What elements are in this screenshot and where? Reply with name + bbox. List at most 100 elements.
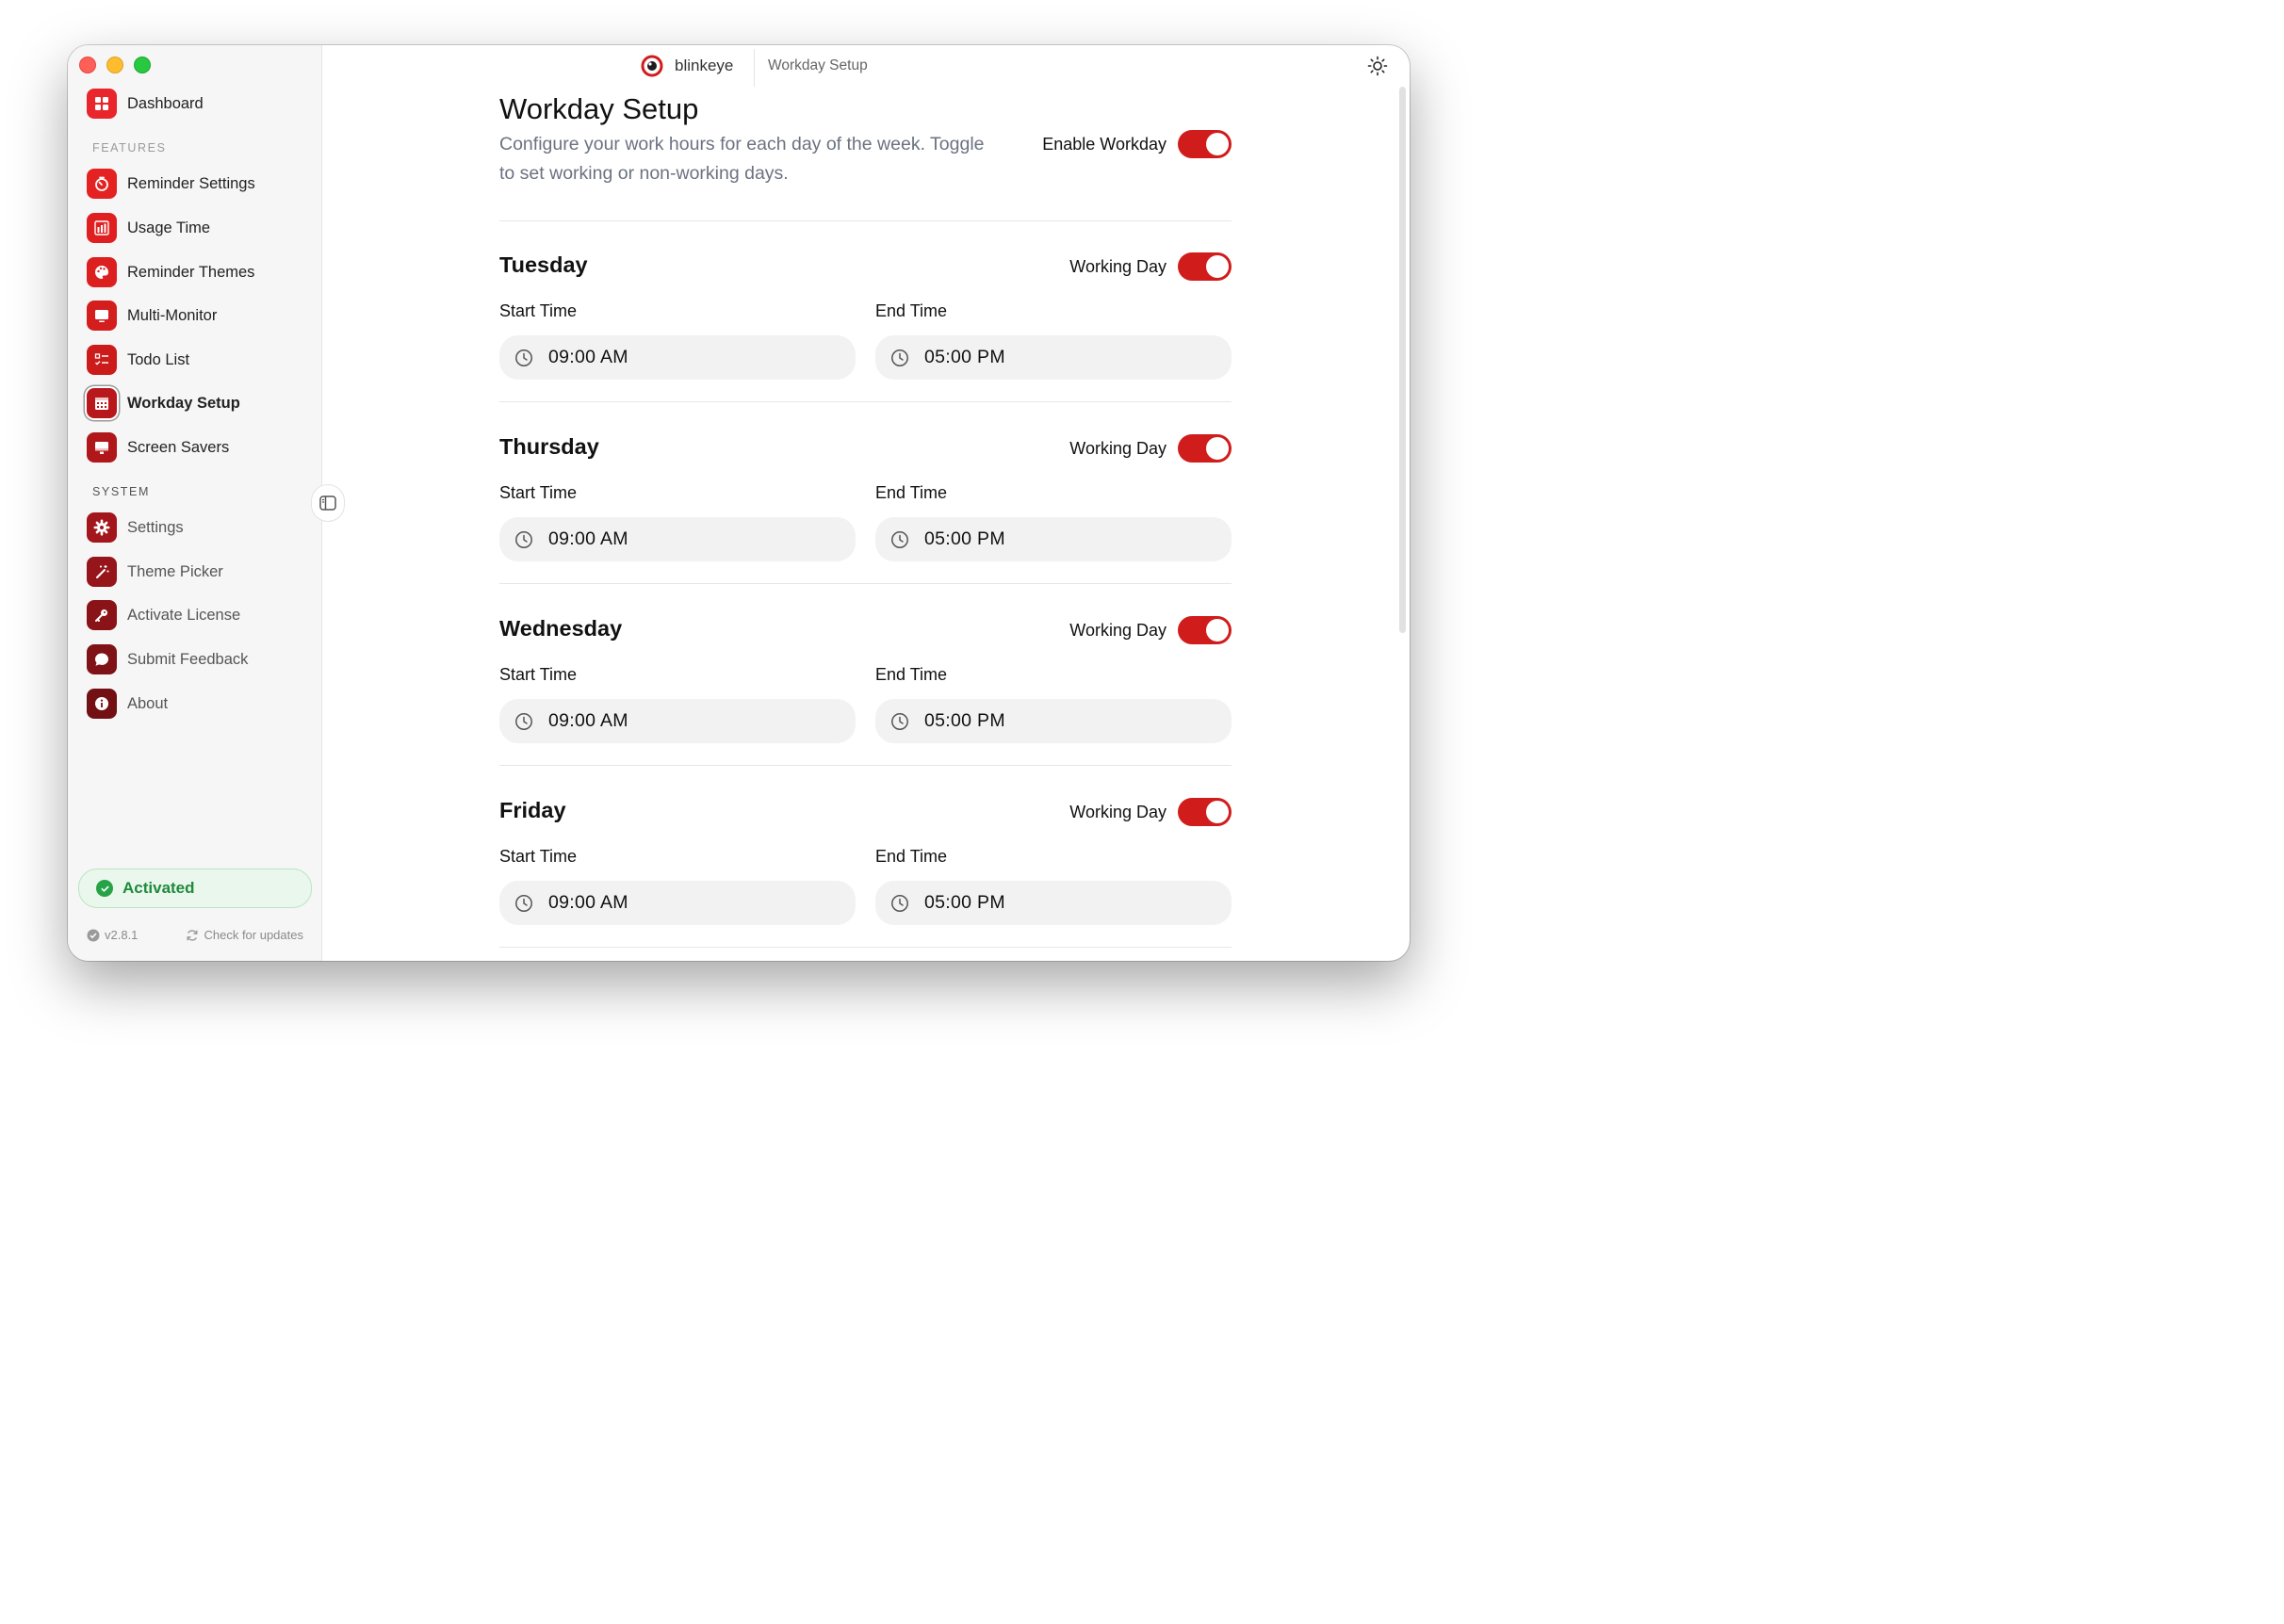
sidebar-item-label: Screen Savers: [127, 438, 230, 456]
enable-workday-row: Enable Workday: [1042, 130, 1232, 158]
clock-icon: [515, 894, 532, 912]
working-day-toggle[interactable]: [1178, 616, 1232, 644]
sidebar-item-label: Reminder Themes: [127, 263, 255, 281]
divider: [499, 583, 1232, 584]
sidebar-item-reminder-themes[interactable]: Reminder Themes: [87, 253, 303, 291]
sidebar-item-label: Settings: [127, 518, 184, 536]
blinkeye-logo-icon: [641, 55, 663, 77]
sidebar-toggle-icon: [319, 495, 336, 511]
day-name: Wednesday: [499, 616, 623, 641]
refresh-icon: [187, 929, 198, 941]
working-day-toggle[interactable]: [1178, 252, 1232, 281]
license-status-text: Activated: [122, 879, 195, 897]
sidebar-footer: v2.8.1 Check for updates: [87, 928, 303, 942]
end-time-label: End Time: [875, 847, 948, 866]
license-status-badge: Activated: [78, 869, 312, 908]
end-time-input[interactable]: 05:00 PM: [875, 881, 1232, 925]
app-title: blinkeye: [641, 55, 733, 77]
version-label: v2.8.1: [105, 928, 139, 942]
check-updates-button[interactable]: Check for updates: [186, 928, 303, 942]
magic-wand-icon: [87, 557, 117, 587]
content-scrollbar[interactable]: [1399, 87, 1406, 633]
end-time-input[interactable]: 05:00 PM: [875, 517, 1232, 561]
sidebar-item-screen-savers[interactable]: Screen Savers: [87, 429, 303, 466]
working-day-row: Working Day: [1069, 798, 1232, 826]
title-bar: blinkeye Workday Setup: [322, 45, 1410, 87]
toggle-knob: [1206, 619, 1229, 641]
end-time-input[interactable]: 05:00 PM: [875, 699, 1232, 743]
working-day-toggle[interactable]: [1178, 434, 1232, 463]
minimize-window-button[interactable]: [106, 57, 123, 73]
sidebar-item-workday-setup[interactable]: Workday Setup: [87, 384, 303, 422]
window-controls: [79, 57, 151, 73]
breadcrumb: Workday Setup: [768, 57, 868, 73]
toggle-knob: [1206, 437, 1229, 460]
calendar-icon: [87, 388, 117, 418]
working-day-row: Working Day: [1069, 434, 1232, 463]
end-time-value: 05:00 PM: [924, 528, 1005, 549]
key-icon: [87, 600, 117, 630]
working-day-toggle[interactable]: [1178, 798, 1232, 826]
working-day-label: Working Day: [1069, 802, 1166, 821]
sidebar-item-settings[interactable]: Settings: [87, 509, 303, 546]
maximize-window-button[interactable]: [134, 57, 151, 73]
toggle-knob: [1206, 255, 1229, 278]
end-time-value: 05:00 PM: [924, 710, 1005, 731]
end-time-input[interactable]: 05:00 PM: [875, 335, 1232, 380]
divider: [499, 947, 1232, 948]
sidebar-item-usage-time[interactable]: Usage Time: [87, 209, 303, 247]
clock-icon: [891, 530, 908, 548]
start-time-label: Start Time: [499, 301, 578, 320]
divider: [499, 401, 1232, 402]
clock-icon: [891, 349, 908, 366]
check-badge-icon: [87, 929, 100, 941]
check-circle-icon: [96, 880, 113, 897]
start-time-input[interactable]: 09:00 AM: [499, 881, 856, 925]
end-time-label: End Time: [875, 483, 948, 502]
close-window-button[interactable]: [79, 57, 96, 73]
dashboard-grid-icon: [87, 89, 117, 119]
sidebar-item-label: Reminder Settings: [127, 174, 255, 192]
start-time-input[interactable]: 09:00 AM: [499, 517, 856, 561]
day-name: Thursday: [499, 434, 599, 459]
start-time-input[interactable]: 09:00 AM: [499, 335, 856, 380]
day-name: Tuesday: [499, 252, 588, 277]
app-window: Dashboard FEATURES Reminder Settings Usa…: [68, 45, 1410, 961]
sidebar-item-submit-feedback[interactable]: Submit Feedback: [87, 641, 303, 678]
day-name: Friday: [499, 798, 566, 822]
sidebar-item-label: Workday Setup: [127, 394, 240, 412]
day-card-tuesday: Tuesday Working Day Start Time End Time …: [499, 252, 1232, 413]
app-name: blinkeye: [675, 57, 734, 74]
enable-workday-toggle[interactable]: [1178, 130, 1232, 158]
timer-icon: [87, 169, 117, 199]
checklist-icon: [87, 345, 117, 375]
toggle-knob: [1206, 133, 1229, 155]
day-card-wednesday: Wednesday Working Day Start Time End Tim…: [499, 616, 1232, 776]
day-card-thursday: Thursday Working Day Start Time End Time…: [499, 434, 1232, 594]
sidebar-item-theme-picker[interactable]: Theme Picker: [87, 553, 303, 591]
sidebar-item-reminder-settings[interactable]: Reminder Settings: [87, 165, 303, 203]
start-time-value: 09:00 AM: [548, 710, 628, 731]
sidebar-item-dashboard[interactable]: Dashboard: [87, 85, 303, 122]
clock-icon: [891, 894, 908, 912]
palette-icon: [87, 257, 117, 287]
clock-icon: [515, 530, 532, 548]
sidebar-item-about[interactable]: About: [87, 685, 303, 723]
screen-icon: [87, 432, 117, 463]
sidebar-item-multi-monitor[interactable]: Multi-Monitor: [87, 297, 303, 334]
sidebar-item-todo-list[interactable]: Todo List: [87, 341, 303, 379]
sidebar-item-label: Activate License: [127, 606, 241, 624]
sidebar-toggle-button[interactable]: [311, 484, 345, 522]
working-day-row: Working Day: [1069, 616, 1232, 644]
sidebar-item-activate-license[interactable]: Activate License: [87, 596, 303, 634]
theme-toggle-sun-icon[interactable]: [1366, 55, 1389, 77]
system-section-label: SYSTEM: [92, 485, 150, 498]
info-icon: [87, 689, 117, 719]
sidebar-item-label: Usage Time: [127, 219, 211, 236]
chat-bubble-icon: [87, 644, 117, 674]
working-day-label: Working Day: [1069, 620, 1166, 640]
end-time-value: 05:00 PM: [924, 347, 1005, 367]
check-updates-label: Check for updates: [204, 928, 303, 942]
sidebar-item-label: Submit Feedback: [127, 650, 249, 668]
start-time-input[interactable]: 09:00 AM: [499, 699, 856, 743]
